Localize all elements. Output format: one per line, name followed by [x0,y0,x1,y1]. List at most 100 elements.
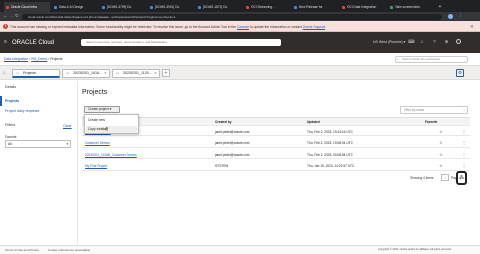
tab-favicon-icon [198,5,201,9]
clear-filters-link[interactable]: Clear [63,124,72,128]
folder-icon: ▭ [116,70,120,75]
created-by: janet.pietet@oracle.com [215,152,250,157]
hamburger-icon[interactable]: ≡ [4,39,7,45]
help-icon[interactable]: ? [432,39,437,44]
column-header-favorite[interactable]: Favorite [425,118,437,126]
error-icon: ! [3,24,8,29]
active-indicator [0,96,2,106]
browser-tab[interactable]: OCI Data Integration [340,2,386,12]
nav-projects[interactable]: Projects [5,99,19,103]
breadcrumb-workspace[interactable]: PM_Demo [31,57,47,61]
home-icon[interactable]: ⌂ [3,70,6,75]
oracle-cloud-logo[interactable]: ORACLE Cloud [12,40,54,46]
prev-page-icon[interactable]: ‹ [441,174,449,181]
forward-icon[interactable]: → [9,13,14,18]
column-header-created-by[interactable]: Created by [215,118,231,126]
workspace-search-input[interactable]: Search within the workspace [395,56,468,63]
created-by: janet.pietet@oracle.com [215,141,250,145]
folder-icon: ▭ [66,70,70,75]
table-header: ☐ Name Created by Updated Favorite [82,117,470,126]
chevron-down-icon: ▾ [109,107,112,111]
close-tab-icon[interactable]: ✕ [104,70,107,77]
nav-project-daily-requests[interactable]: Project daily requests [5,109,39,113]
tab-favicon-icon [102,5,105,9]
notifications-icon[interactable]: ♫ [419,39,424,44]
table-row[interactable]: Customer Demos janet.pietet@oracle.com T… [82,139,470,148]
menu-item-create-new[interactable]: Create new [88,118,105,122]
mouse-cursor-icon: ➚ [104,126,109,132]
tab-favicon-icon [150,5,153,9]
profile-avatar-icon[interactable] [448,13,453,19]
new-tab-icon[interactable]: + [436,2,444,12]
project-name-link[interactable]: My First Project [85,162,107,170]
star-icon[interactable]: ☆ [439,151,443,159]
updated-date: Thu, Feb 2, 2023, 19:24:16 UTC [307,129,353,134]
language-icon[interactable]: ⊕ [444,39,449,44]
add-tab-button[interactable]: + [162,69,170,77]
breadcrumb: Data Integration › PM_Demo › Projects [4,57,63,61]
tab-projects[interactable]: ▭ Projects [12,68,60,78]
star-icon[interactable]: ☆ [439,128,443,136]
close-tab-icon[interactable]: ✕ [154,70,157,77]
url-field[interactable]: cloud.oracle.com/dis/ocid1.disworkspace.… [22,13,442,20]
folder-icon: ▭ [16,70,20,75]
browser-tab[interactable]: [DCMS-3901] Do [148,2,194,12]
actions-menu-icon[interactable]: ⋮ [462,139,466,147]
search-input[interactable]: Search resources, services, documentatio… [81,38,281,46]
breadcrumb-data-integration[interactable]: Data Integration [4,57,28,61]
page-title: Projects [82,89,108,96]
created-by: SYSTEM [215,164,229,168]
tab-favicon-icon [294,5,297,9]
project-name-link[interactable]: Customer Demos [85,139,110,147]
create-project-button[interactable]: Create project ▾ [84,106,120,113]
reload-icon[interactable]: ↻ [15,13,19,19]
browser-tab[interactable]: Data & AI Design [52,2,98,12]
search-icon: ⌕ [397,57,399,61]
settings-icon[interactable]: ⚙ [456,69,464,77]
region-selector[interactable]: US West (Phoenix) ▾ [373,40,405,44]
actions-menu-icon[interactable]: ⋮ [462,151,466,159]
tab-project-1[interactable]: ▭ 20230201_1416... ✕ [62,68,110,78]
table-row[interactable]: My First Project SYSTEM Thu, Jan 19, 202… [82,162,470,171]
oracle-support-link[interactable]: Oracle Support [303,25,325,29]
actions-menu-icon[interactable]: ⋮ [462,162,466,170]
cookie-preferences-link[interactable]: Cookie preferences unavailable [48,248,90,252]
breadcrumb-current: Projects [50,57,63,61]
tab-favicon-icon [390,5,393,9]
extensions-icon[interactable]: ⋮ [458,13,463,19]
browser-tab[interactable]: OCI Streaming - [244,2,290,12]
actions-menu-icon[interactable]: ⋮ [462,128,466,136]
tab-favicon-icon [246,5,249,9]
tab-project-2[interactable]: ▭ 20230201_1120... ✕ [112,68,160,78]
created-by: janet.pietet@oracle.com [215,129,250,134]
tab-favicon-icon [54,5,57,9]
code-icon[interactable]: ⌨ [408,39,415,44]
back-icon[interactable]: ← [3,13,8,18]
browser-tab[interactable]: Oracle Cloud Infra [4,2,50,12]
table-row[interactable]: 20230201_1416... janet.pietet@oracle.com… [82,128,470,136]
user-avatar-icon[interactable]: ◔ [456,39,461,44]
close-icon[interactable]: ✕ [470,24,474,30]
table-row[interactable]: 20230201_1416B_Customer Demos janet.piet… [82,151,470,159]
console-link[interactable]: Console [237,25,249,29]
copyright: Copyright © 2023, Oracle and/or its affi… [378,248,452,251]
updated-date: Thu, Jan 19, 2023, 14:22:57 UTC [307,164,355,168]
filters-heading: Filters [5,123,16,127]
star-icon[interactable]: ☆ [439,139,443,147]
help-widget-icon[interactable]: ⁂ [456,171,467,185]
browser-tab[interactable]: [DCMS-3799] Do [100,2,146,12]
banner-message: This account has missing or expired meta… [10,24,326,29]
showing-count: Showing 4 items [410,176,434,180]
project-name-link[interactable]: 20230201_1416B_Customer Demos [85,151,137,159]
chevron-down-icon: ▾ [66,142,68,146]
browser-tab[interactable]: Take screenshots [388,2,434,12]
terms-link[interactable]: Terms of Use and Privacy [5,248,39,252]
nav-details[interactable]: Details [5,85,16,89]
browser-tab[interactable]: New Release for [292,2,338,12]
tab-favicon-icon [6,5,9,9]
star-icon[interactable]: ☆ [439,162,443,170]
filter-by-name-input[interactable]: Filter by name ⌕ [400,106,468,114]
favorite-select[interactable]: All ▾ [5,140,71,148]
browser-tab[interactable]: [DCMS-1872] Do [196,2,242,12]
column-header-updated[interactable]: Updated [307,118,320,126]
